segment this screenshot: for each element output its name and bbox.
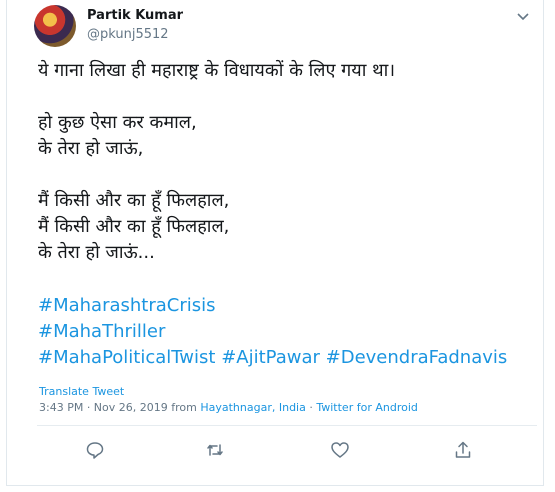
retweet-icon[interactable] <box>205 440 227 462</box>
tweet-meta: 3:43 PM · Nov 26, 2019 from Hayathnagar,… <box>39 401 418 414</box>
tweet-text: ये गाना लिखा ही महाराष्ट्र के विधायकों क… <box>38 58 538 266</box>
hashtag-link[interactable]: #MaharashtraCrisis <box>38 295 216 316</box>
hashtag-link[interactable]: #DevendraFadnavis <box>326 347 508 368</box>
hashtag-link[interactable]: #MahaPoliticalTwist <box>38 347 215 368</box>
tweet-line <box>38 162 538 188</box>
timestamp[interactable]: 3:43 PM · Nov 26, 2019 from <box>39 401 200 414</box>
avatar[interactable] <box>34 5 76 47</box>
meta-separator: · <box>305 401 317 414</box>
user-name[interactable]: Partik Kumar <box>87 8 183 23</box>
tweet-line: मैं किसी और का हूँ फिलहाल, <box>38 190 230 211</box>
heart-icon[interactable] <box>330 440 352 462</box>
tweet-line: मैं किसी और का हूँ फिलहाल, <box>38 216 230 237</box>
user-handle[interactable]: @pkunj5512 <box>87 27 169 42</box>
chevron-down-icon[interactable] <box>515 8 531 24</box>
tweet-line: के तेरा हो जाऊं, <box>38 138 144 159</box>
tweet-line: ये गाना लिखा ही महाराष्ट्र के विधायकों क… <box>38 60 396 81</box>
tweet-line: हो कुछ ऐसा कर कमाल, <box>38 112 197 133</box>
divider <box>37 425 537 426</box>
source-link[interactable]: Twitter for Android <box>316 401 418 414</box>
hashtags: #MaharashtraCrisis #MahaThriller #MahaPo… <box>38 293 507 371</box>
share-icon[interactable] <box>453 440 475 462</box>
hashtag-link[interactable]: #AjitPawar <box>221 347 320 368</box>
action-bar <box>7 440 543 464</box>
tweet-line: के तेरा हो जाऊं... <box>38 242 155 263</box>
reply-icon[interactable] <box>85 440 107 462</box>
translate-tweet-link[interactable]: Translate Tweet <box>39 385 124 398</box>
hashtag-link[interactable]: #MahaThriller <box>38 321 165 342</box>
tweet-card: Partik Kumar @pkunj5512 ये गाना लिखा ही … <box>6 0 544 486</box>
location-link[interactable]: Hayathnagar, India <box>200 401 306 414</box>
tweet-line <box>38 84 538 110</box>
